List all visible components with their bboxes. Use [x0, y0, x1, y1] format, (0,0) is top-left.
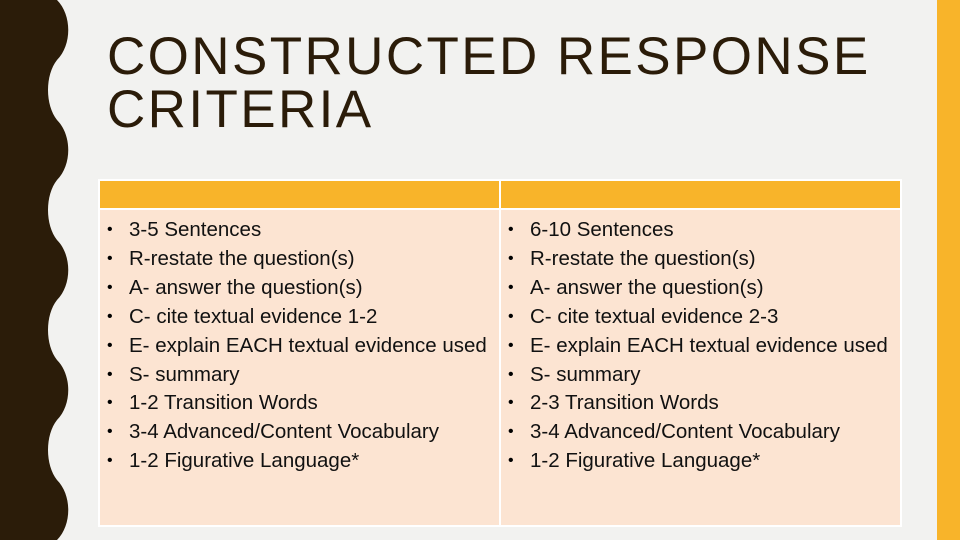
bullet-icon: •: [508, 249, 514, 267]
decorative-wavy-band: [0, 0, 69, 540]
bullet-icon: •: [508, 307, 514, 325]
bullet-icon: •: [508, 423, 514, 441]
list-item-text: 1-2 Figurative Language*: [129, 449, 360, 473]
header-cell-right: [499, 179, 902, 210]
list-item: • A- answer the question(s): [501, 274, 890, 303]
list-item: • 3-5 Sentences: [100, 216, 489, 245]
bullet-icon: •: [107, 452, 113, 470]
list-item-text: C- cite textual evidence 1-2: [129, 304, 378, 328]
list-item-text: E- explain EACH textual evidence used: [530, 333, 888, 357]
list-item: • A- answer the question(s): [100, 274, 489, 303]
list-item: • C- cite textual evidence 2-3: [501, 303, 890, 332]
list-item: • S- summary: [100, 361, 489, 390]
list-item-text: 1-2 Figurative Language*: [530, 449, 761, 473]
header-cell-left: [98, 179, 501, 210]
list-item-text: 6-10 Sentences: [530, 218, 674, 241]
list-item: • C- cite textual evidence 1-2: [100, 303, 489, 332]
list-item-text: R-restate the question(s): [530, 246, 756, 270]
bullet-icon: •: [107, 336, 113, 354]
list-item-text: 3-4 Advanced/Content Vocabulary: [530, 420, 840, 444]
bullet-icon: •: [107, 307, 113, 325]
bullet-icon: •: [107, 365, 113, 383]
list-item: • 2-3 Transition Words: [501, 389, 890, 418]
list-item-text: 2-3 Transition Words: [530, 391, 719, 415]
list-item: • E- explain EACH textual evidence used: [501, 332, 890, 361]
criteria-list-extended: • 6-10 Sentences • R-restate the question(…: [501, 210, 900, 476]
list-item: • 1-2 Figurative Language*: [100, 447, 489, 476]
list-item-text: 1-2 Transition Words: [129, 391, 318, 415]
bullet-icon: •: [508, 452, 514, 470]
list-item: • 3-4 Advanced/Content Vocabulary: [501, 418, 890, 447]
slide-title: CONSTRUCTED RESPONSE CRITERIA: [107, 27, 871, 139]
criteria-table: • 3-5 Sentences • R-restate the question(s…: [98, 179, 902, 527]
bullet-icon: •: [508, 394, 514, 412]
bullet-icon: •: [107, 423, 113, 441]
list-item: • E- explain EACH textual evidence used: [100, 332, 489, 361]
list-item-text: S- summary: [129, 362, 240, 386]
list-item-text: E- explain EACH textual evidence used: [129, 333, 487, 357]
bullet-icon: •: [508, 278, 514, 296]
table-body-row: • 3-5 Sentences • R-restate the question(s…: [98, 208, 902, 527]
list-item-text: A- answer the question(s): [129, 275, 363, 299]
bullet-icon: •: [508, 336, 514, 354]
criteria-column-short: • 3-5 Sentences • R-restate the question(s…: [98, 208, 501, 527]
criteria-column-extended: • 6-10 Sentences • R-restate the question(…: [499, 208, 902, 527]
bullet-icon: •: [508, 365, 514, 383]
list-item: • R-restate the question(s): [100, 245, 489, 274]
list-item: • S- summary: [501, 361, 890, 390]
bullet-icon: •: [107, 221, 113, 238]
bullet-icon: •: [107, 394, 113, 412]
bullet-icon: •: [508, 221, 514, 238]
list-item: • 6-10 Sentences: [501, 216, 890, 245]
accent-side-bar: [937, 0, 960, 540]
list-item-text: C- cite textual evidence 2-3: [530, 304, 779, 328]
list-item-text: A- answer the question(s): [530, 275, 764, 299]
list-item-text: S- summary: [530, 362, 641, 386]
list-item: • 1-2 Figurative Language*: [501, 447, 890, 476]
table-header-row: [98, 179, 902, 210]
bullet-icon: •: [107, 278, 113, 296]
criteria-list-short: • 3-5 Sentences • R-restate the question(s…: [100, 210, 499, 476]
list-item-text: 3-4 Advanced/Content Vocabulary: [129, 420, 439, 444]
list-item: • 1-2 Transition Words: [100, 389, 489, 418]
list-item: • 3-4 Advanced/Content Vocabulary: [100, 418, 489, 447]
bullet-icon: •: [107, 249, 113, 267]
wavy-band-shape: [0, 0, 69, 540]
list-item-text: 3-5 Sentences: [129, 218, 262, 241]
list-item-text: R-restate the question(s): [129, 246, 355, 270]
list-item: • R-restate the question(s): [501, 245, 890, 274]
